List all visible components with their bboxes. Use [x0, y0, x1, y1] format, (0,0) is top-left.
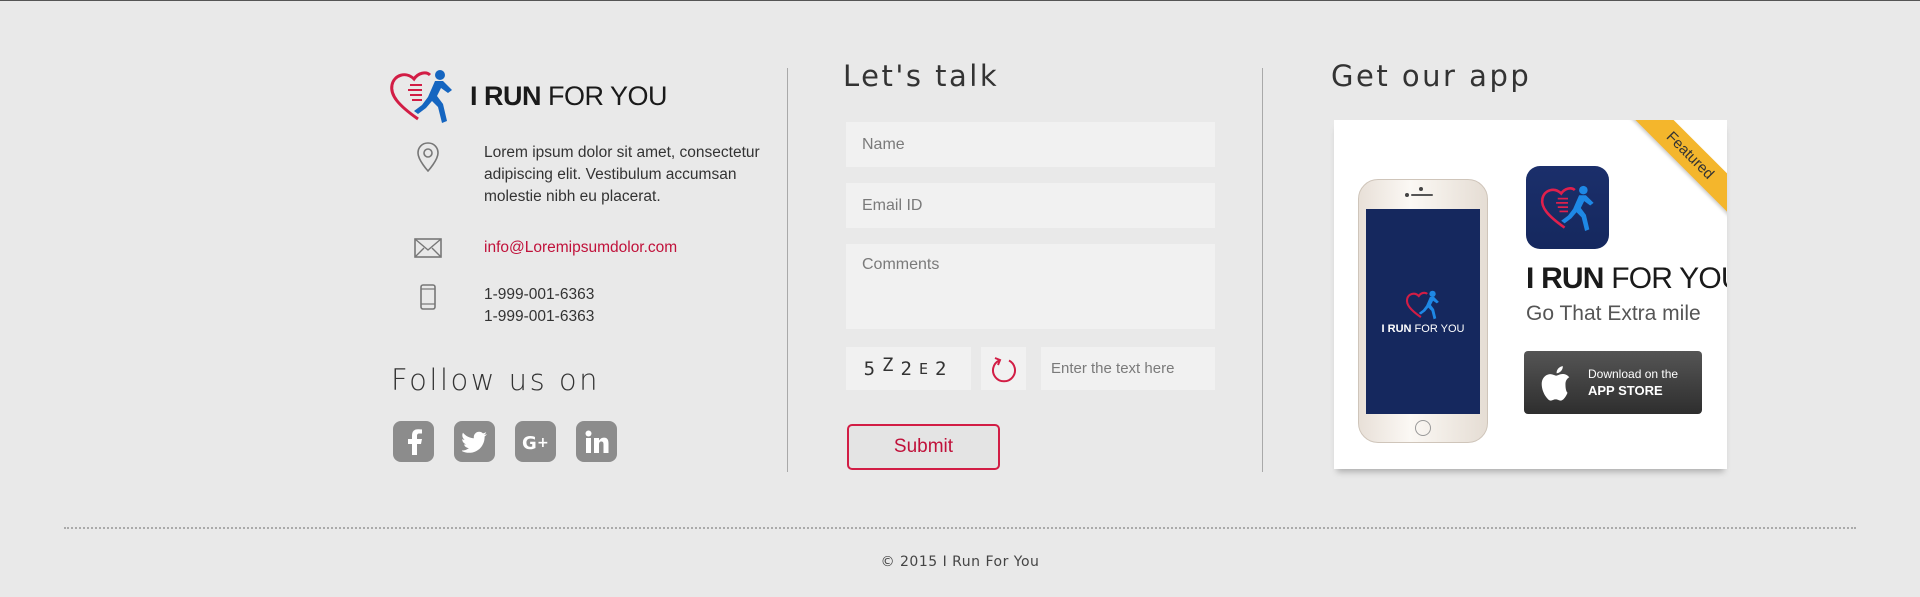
brand-name-bold: I RUN: [470, 80, 542, 111]
phone-speaker: [1411, 194, 1433, 196]
mobile-phone-icon: [412, 284, 444, 316]
captcha-char: 2: [934, 357, 954, 380]
brand-name-regular: FOR YOU: [548, 80, 668, 111]
contact-form-title: Let's talk: [843, 59, 1000, 93]
app-icon: [1526, 166, 1609, 249]
phone-row: 1-999-001-6363 1-999-001-6363: [412, 284, 774, 328]
map-pin-icon: [412, 142, 444, 174]
phone-home-button: [1415, 420, 1431, 436]
phone-screen-brand-bold: I RUN: [1381, 322, 1412, 335]
app-name-regular: FOR YOU: [1611, 262, 1727, 295]
captcha-char: 5: [863, 357, 883, 380]
captcha-char: E: [918, 359, 935, 378]
svg-text:G: G: [522, 433, 537, 453]
google-plus-icon[interactable]: G +: [515, 421, 556, 462]
app-section-title: Get our app: [1331, 59, 1532, 93]
email-row[interactable]: info@Loremipsumdolor.com: [412, 237, 774, 269]
email-input[interactable]: [846, 183, 1215, 228]
social-icons: G +: [393, 421, 617, 462]
phone-sensor: [1405, 193, 1409, 197]
envelope-icon: [412, 237, 444, 269]
app-name-bold: I RUN: [1526, 262, 1604, 295]
heart-runner-logo-icon: [1540, 185, 1594, 231]
facebook-icon[interactable]: [393, 421, 434, 462]
captcha-refresh-button[interactable]: [981, 347, 1026, 390]
twitter-icon[interactable]: [454, 421, 495, 462]
phone-screen-brand: I RUN FOR YOU: [1382, 323, 1465, 335]
apple-icon: [1541, 365, 1570, 401]
heart-runner-logo-icon: [1405, 290, 1439, 319]
app-tagline: Go That Extra mile: [1526, 302, 1701, 325]
phone-screen: I RUN FOR YOU: [1366, 209, 1480, 414]
phone-mockup: I RUN FOR YOU: [1358, 179, 1488, 443]
address-row: Lorem ipsum dolor sit amet, consectetur …: [412, 142, 774, 208]
app-store-button[interactable]: Download on the APP STORE: [1524, 351, 1702, 414]
captcha-char: 2: [900, 357, 919, 380]
brand-logo[interactable]: I RUN FOR YOU: [388, 65, 668, 127]
copyright-text: © 2015 I Run For You: [880, 554, 1040, 570]
phone-camera: [1419, 187, 1423, 191]
linkedin-icon[interactable]: [576, 421, 617, 462]
footer-dotted-divider: [64, 527, 1856, 529]
featured-ribbon: Featured: [1617, 120, 1727, 230]
name-input[interactable]: [846, 122, 1215, 167]
captcha-image: 5 Z 2 E 2: [846, 347, 971, 390]
address-text: Lorem ipsum dolor sit amet, consectetur …: [484, 144, 760, 205]
app-store-button-text: Download on the APP STORE: [1588, 367, 1678, 398]
phone-screen-brand-regular: FOR YOU: [1414, 322, 1465, 335]
column-divider-1: [787, 68, 788, 472]
phone-number-1: 1-999-001-6363: [484, 286, 595, 303]
email-link[interactable]: info@Loremipsumdolor.com: [484, 237, 774, 259]
svg-text:+: +: [537, 435, 549, 451]
comments-textarea[interactable]: [846, 244, 1215, 329]
follow-title: Follow us on: [391, 363, 601, 397]
phone-numbers: 1-999-001-6363 1-999-001-6363: [484, 284, 774, 328]
submit-button[interactable]: Submit: [847, 424, 1000, 470]
captcha-input[interactable]: [1041, 347, 1215, 390]
app-name: I RUN FOR YOU: [1526, 262, 1727, 296]
app-store-small-label: Download on the: [1588, 367, 1679, 381]
featured-ribbon-label: Featured: [1627, 120, 1727, 219]
app-promo-card: Featured I RUN FOR YOU I RUN FOR YO Go T…: [1334, 120, 1727, 469]
captcha-char: Z: [882, 353, 901, 376]
column-divider-2: [1262, 68, 1263, 472]
app-store-big-label: APP STORE: [1588, 383, 1663, 398]
brand-name: I RUN FOR YOU: [470, 80, 668, 112]
phone-number-2: 1-999-001-6363: [484, 308, 595, 325]
heart-runner-logo-icon: [390, 70, 452, 123]
refresh-icon: [991, 356, 1016, 382]
